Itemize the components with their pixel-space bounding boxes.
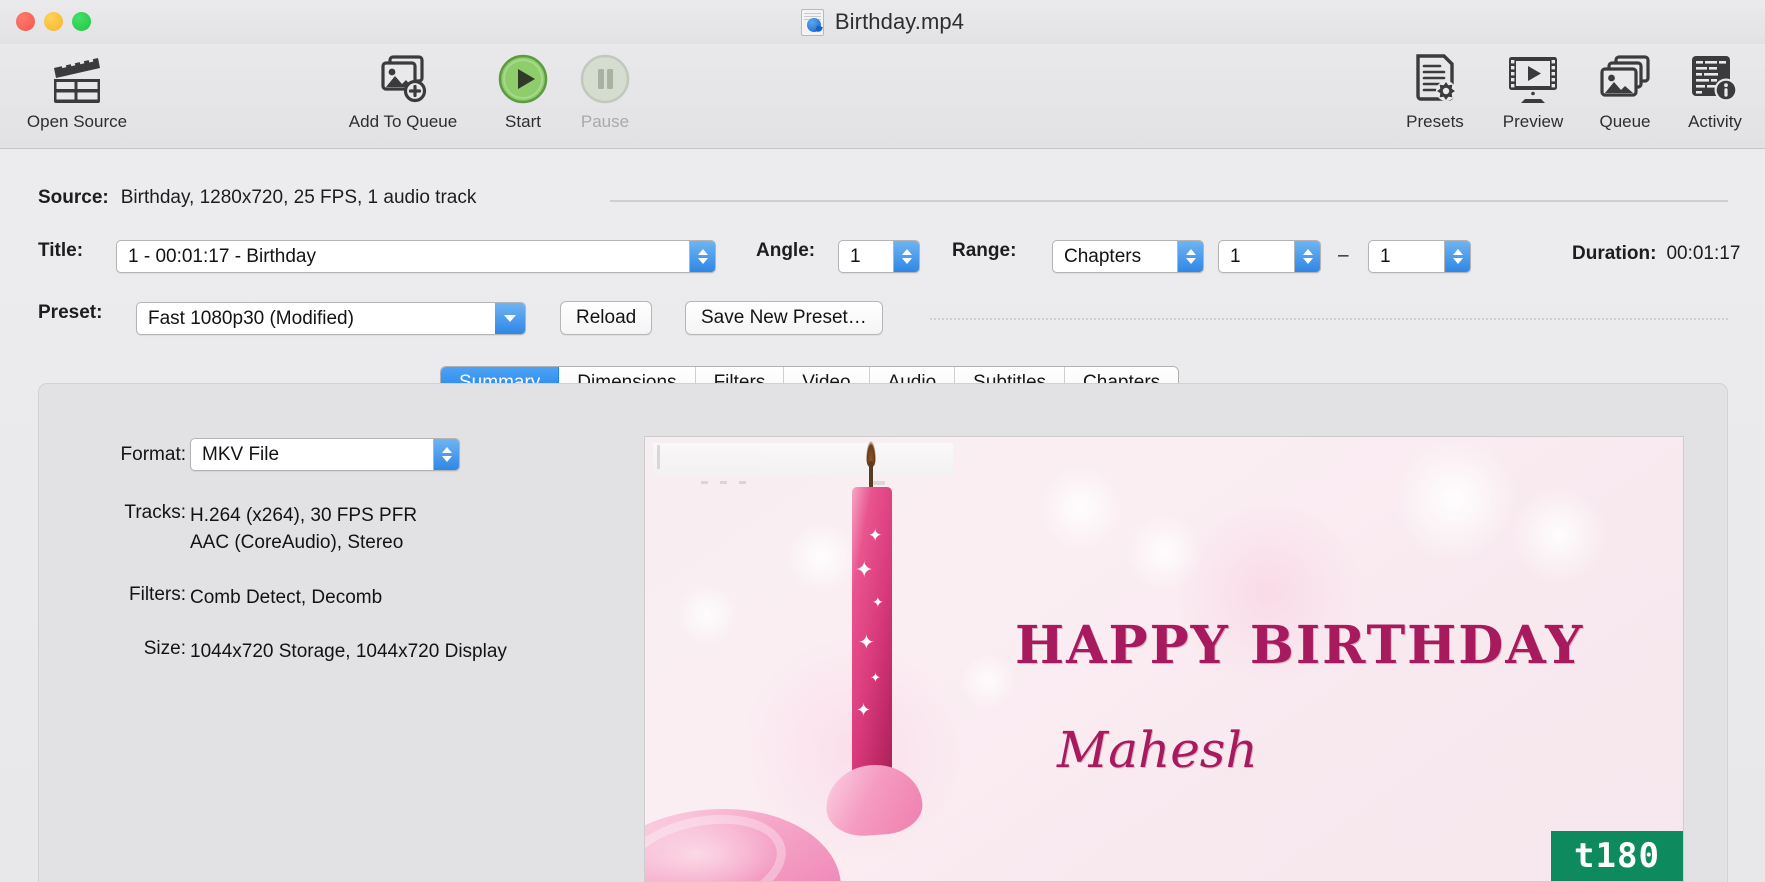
toolbar-label-queue: Queue xyxy=(1599,112,1651,131)
toolbar-button-presets[interactable]: Presets xyxy=(1380,50,1490,132)
range-end-stepper-field[interactable]: 1 xyxy=(1368,240,1471,273)
handbrake-window: Birthday.mp4 Open Source Add To Queue St… xyxy=(0,0,1765,882)
filters-value: Comb Detect, Decomb xyxy=(190,587,383,608)
watermark-badge: t180 xyxy=(1551,831,1683,881)
preset-separator xyxy=(930,318,1728,320)
save-new-preset-label: Save New Preset… xyxy=(701,307,867,328)
toolbar-label-add-to-queue: Add To Queue xyxy=(348,112,458,131)
range-end-stepper[interactable] xyxy=(1444,241,1470,272)
toolbar-label-open-source: Open Source xyxy=(26,112,128,131)
title-select[interactable]: 1 - 00:01:17 - Birthday xyxy=(116,240,716,273)
duration-label: Duration: xyxy=(1572,243,1657,264)
toolbar-button-add-to-queue[interactable]: Add To Queue xyxy=(348,50,458,132)
add-to-queue-icon xyxy=(377,50,429,108)
range-type-stepper[interactable] xyxy=(1177,241,1203,272)
presets-gear-icon xyxy=(1410,50,1460,108)
size-label: Size: xyxy=(143,638,186,659)
size-value: 1044x720 Storage, 1044x720 Display xyxy=(190,641,507,662)
range-label: Range: xyxy=(952,240,1017,261)
format-value: MKV File xyxy=(202,443,280,465)
watermark-text: t180 xyxy=(1574,836,1660,876)
tracks-line-2: AAC (CoreAudio), Stereo xyxy=(190,532,404,553)
title-stepper[interactable] xyxy=(689,241,715,272)
preset-label: Preset: xyxy=(38,302,103,323)
reload-preset-button[interactable]: Reload xyxy=(560,301,653,335)
filters-label: Filters: xyxy=(129,584,186,605)
angle-value: 1 xyxy=(850,245,861,267)
activity-log-icon xyxy=(1689,50,1741,108)
title-row: Title: xyxy=(38,240,83,262)
range-type-value: Chapters xyxy=(1064,245,1142,267)
format-stepper[interactable] xyxy=(433,439,459,470)
toolbar-button-open-source[interactable]: Open Source xyxy=(22,50,132,132)
tracks-values: H.264 (x264), 30 FPS PFR AAC (CoreAudio)… xyxy=(190,502,417,556)
source-row: Source: Birthday, 1280x720, 25 FPS, 1 au… xyxy=(38,187,476,209)
preview-monitor-icon xyxy=(1505,50,1561,108)
angle-select[interactable]: 1 xyxy=(838,240,920,273)
birthday-candle: ✦ ✦ ✦ ✦ ✦ ✦ xyxy=(820,437,940,881)
angle-group: Angle: xyxy=(756,240,815,262)
toolbar-label-presets: Presets xyxy=(1406,112,1464,131)
preview-headline: HAPPY BIRTHDAY xyxy=(1015,615,1585,676)
queue-stack-icon xyxy=(1598,50,1652,108)
toolbar-label-activity: Activity xyxy=(1688,112,1742,131)
angle-label: Angle: xyxy=(756,240,816,261)
title-label: Title: xyxy=(38,240,84,261)
range-dash: – xyxy=(1338,245,1349,266)
duration-value: 00:01:17 xyxy=(1666,243,1741,264)
pause-circle-icon xyxy=(579,50,631,108)
toolbar-label-pause: Pause xyxy=(580,112,630,131)
title-select-value: 1 - 00:01:17 - Birthday xyxy=(128,245,316,267)
duration-group: Duration: 00:01:17 xyxy=(1572,243,1740,265)
preset-value: Fast 1080p30 (Modified) xyxy=(148,307,354,329)
format-label: Format: xyxy=(120,444,186,465)
window-titlebar: Birthday.mp4 xyxy=(0,0,1765,44)
range-group: Range: xyxy=(952,240,1016,262)
range-start-value: 1 xyxy=(1230,245,1241,267)
play-circle-icon xyxy=(497,50,549,108)
toolbar-button-activity[interactable]: Activity xyxy=(1660,50,1765,132)
angle-stepper[interactable] xyxy=(893,241,919,272)
save-new-preset-button[interactable]: Save New Preset… xyxy=(685,301,883,335)
window-title-group: Birthday.mp4 xyxy=(800,8,965,36)
tracks-label: Tracks: xyxy=(124,502,186,523)
minimize-button[interactable] xyxy=(44,12,63,31)
main-toolbar: Open Source Add To Queue Start Pause Pre… xyxy=(0,44,1765,149)
window-title: Birthday.mp4 xyxy=(834,9,965,34)
preset-row: Preset: xyxy=(38,302,102,324)
source-label: Source: xyxy=(38,187,109,208)
tracks-line-1: H.264 (x264), 30 FPS PFR xyxy=(190,505,418,526)
traffic-lights xyxy=(16,12,91,31)
preview-image[interactable]: ✦ ✦ ✦ ✦ ✦ ✦ HAPPY BIRTHDAY Mahesh t180 xyxy=(644,436,1684,882)
preview-overlay-dots xyxy=(701,481,746,484)
source-separator xyxy=(610,200,1728,202)
range-start-stepper[interactable] xyxy=(1294,241,1320,272)
zoom-button[interactable] xyxy=(72,12,91,31)
clapperboard-icon xyxy=(50,50,104,108)
range-end-value: 1 xyxy=(1380,245,1391,267)
toolbar-button-pause[interactable]: Pause xyxy=(550,50,660,132)
reload-preset-label: Reload xyxy=(576,307,637,328)
range-type-select[interactable]: Chapters xyxy=(1052,240,1204,273)
range-start-stepper-field[interactable]: 1 xyxy=(1218,240,1321,273)
chevron-down-icon[interactable] xyxy=(495,303,525,334)
preset-select[interactable]: Fast 1080p30 (Modified) xyxy=(136,302,526,335)
format-select[interactable]: MKV File xyxy=(190,438,460,471)
close-button[interactable] xyxy=(16,12,35,31)
toolbar-label-start: Start xyxy=(505,112,541,131)
source-value: Birthday, 1280x720, 25 FPS, 1 audio trac… xyxy=(120,187,477,208)
toolbar-label-preview: Preview xyxy=(1502,112,1564,131)
preview-name: Mahesh xyxy=(1057,721,1258,779)
quicktime-document-icon xyxy=(800,8,824,36)
